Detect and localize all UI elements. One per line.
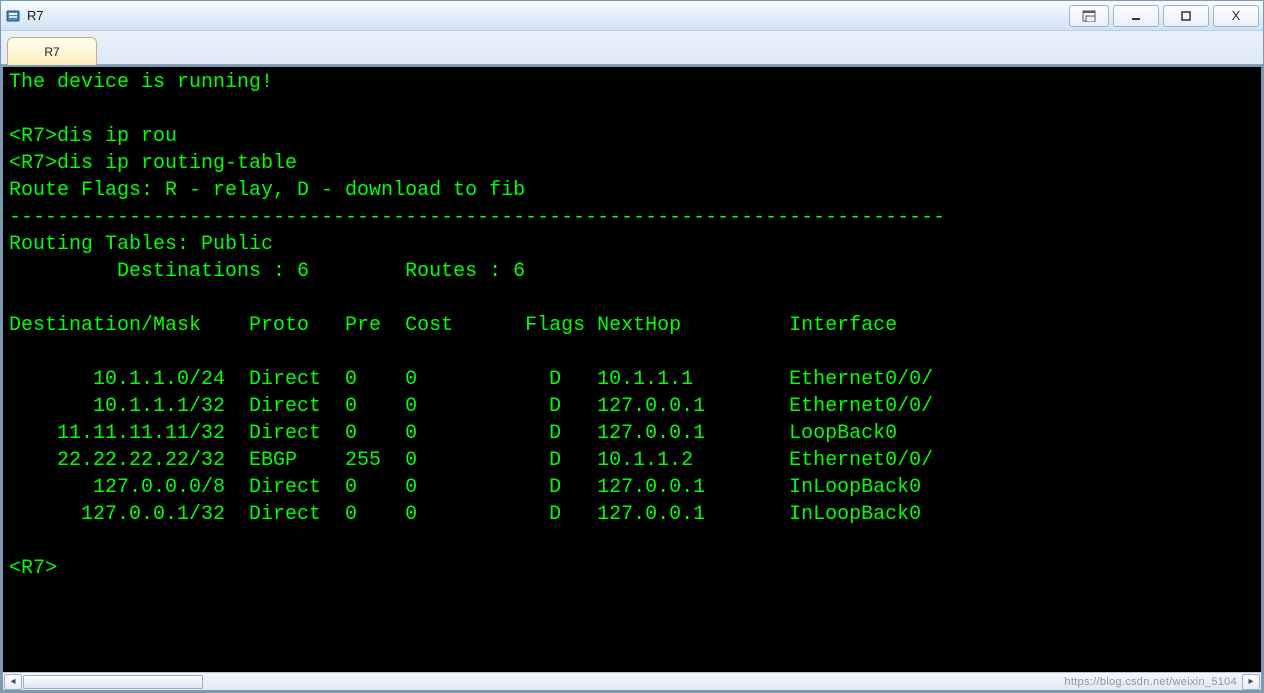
minimize-button[interactable] bbox=[1113, 5, 1159, 27]
scroll-right-button[interactable]: ▸ bbox=[1242, 674, 1260, 690]
watermark-text: https://blog.csdn.net/weixin_5104 bbox=[1064, 673, 1237, 691]
maximize-button[interactable] bbox=[1163, 5, 1209, 27]
close-button[interactable]: X bbox=[1213, 5, 1259, 27]
tab-bar: R7 bbox=[1, 31, 1263, 65]
app-icon bbox=[5, 8, 21, 24]
tab-r7[interactable]: R7 bbox=[7, 37, 97, 65]
scrollbar-thumb[interactable] bbox=[23, 675, 203, 689]
tab-label: R7 bbox=[44, 45, 59, 59]
terminal-container: The device is running! <R7>dis ip rou <R… bbox=[1, 65, 1263, 692]
window-controls: X bbox=[1065, 5, 1259, 27]
scroll-left-button[interactable]: ◂ bbox=[4, 674, 22, 690]
window-title: R7 bbox=[27, 8, 44, 23]
titlebar: R7 X bbox=[1, 1, 1263, 31]
app-window: R7 X R7 The device is running! <R7>dis i… bbox=[0, 0, 1264, 693]
window-menu-button[interactable] bbox=[1069, 5, 1109, 27]
horizontal-scrollbar[interactable]: ◂ ▸ https://blog.csdn.net/weixin_5104 bbox=[3, 672, 1261, 690]
scrollbar-track[interactable] bbox=[23, 674, 1241, 690]
terminal-output[interactable]: The device is running! <R7>dis ip rou <R… bbox=[3, 67, 1261, 672]
